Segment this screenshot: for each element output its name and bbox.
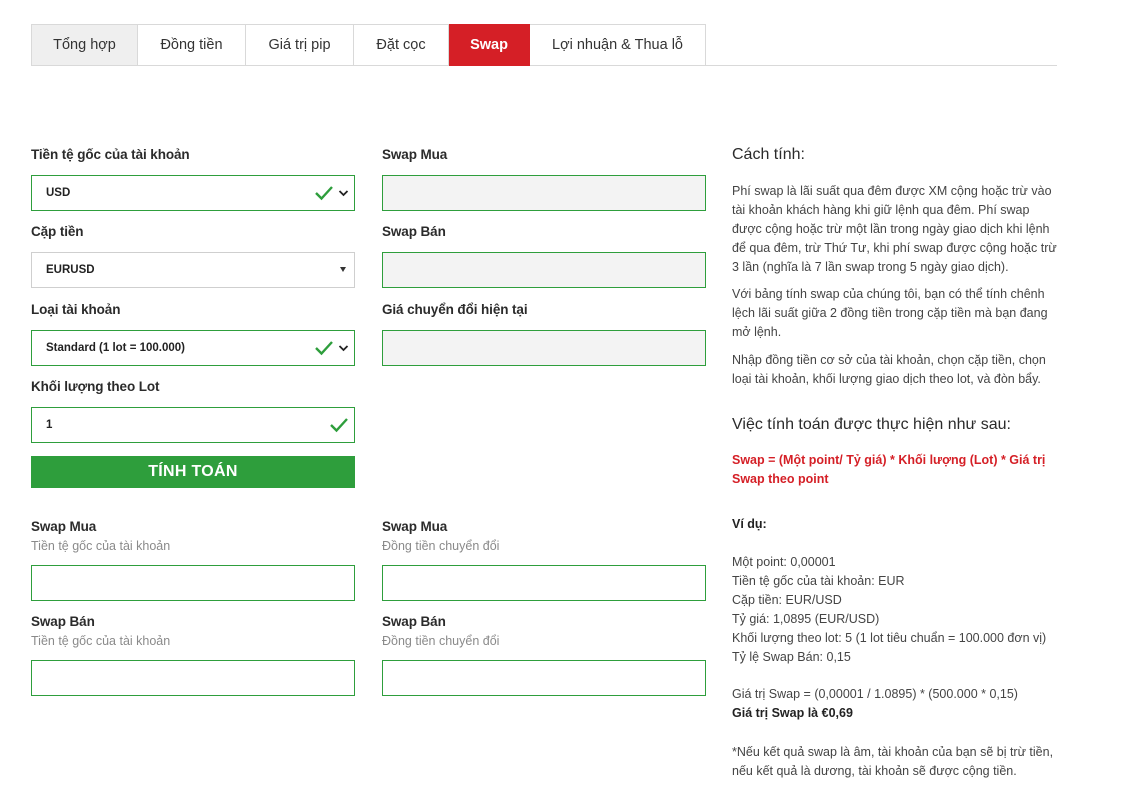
conversion-rate-label: Giá chuyển đổi hiện tại bbox=[382, 302, 528, 317]
result-swap-sell-conv-label: Swap Bán bbox=[382, 614, 446, 629]
example-calculation: Giá trị Swap = (0,00001 / 1.0895) * (500… bbox=[732, 687, 1018, 701]
result-swap-sell-conv-sublabel: Đồng tiền chuyển đổi bbox=[382, 634, 500, 648]
example-line: Tỷ lệ Swap Bán: 0,15 bbox=[732, 650, 851, 664]
swap-sell-label: Swap Bán bbox=[382, 224, 446, 239]
account-type-value: Standard (1 lot = 100.000) bbox=[46, 342, 186, 354]
result-swap-buy-account-field[interactable] bbox=[31, 565, 355, 601]
tab-deposit[interactable]: Đặt cọc bbox=[354, 24, 449, 66]
result-swap-sell-conversion-field[interactable] bbox=[382, 660, 706, 696]
result-swap-buy-conv-label: Swap Mua bbox=[382, 519, 448, 534]
account-currency-label: Tiền tệ gốc của tài khoản bbox=[31, 147, 190, 162]
lot-value: 1 bbox=[46, 419, 53, 431]
calculator-tabs: Tổng hợp Đồng tiền Giá trị pip Đặt cọc S… bbox=[31, 24, 1057, 66]
example-line: Tiền tệ gốc của tài khoản: EUR bbox=[732, 574, 905, 588]
account-type-select[interactable]: Standard (1 lot = 100.000) bbox=[31, 330, 355, 366]
result-swap-sell-sublabel: Tiền tệ gốc của tài khoản bbox=[31, 634, 171, 648]
info-paragraph-1: Phí swap là lãi suất qua đêm được XM cộn… bbox=[732, 184, 1057, 274]
pair-value: EURUSD bbox=[46, 264, 95, 276]
info-heading: Cách tính: bbox=[732, 146, 805, 163]
lot-input[interactable]: 1 bbox=[31, 407, 355, 443]
example-label: Ví dụ: bbox=[732, 517, 767, 531]
tab-currency[interactable]: Đồng tiền bbox=[138, 24, 246, 66]
result-swap-sell-label: Swap Bán bbox=[31, 614, 95, 629]
chevron-down-icon bbox=[338, 190, 349, 197]
example-result: Giá trị Swap là €0,69 bbox=[732, 706, 853, 720]
account-currency-value: USD bbox=[46, 187, 71, 199]
info-note: *Nếu kết quả swap là âm, tài khoản của b… bbox=[732, 745, 1054, 778]
account-currency-select[interactable]: USD bbox=[31, 175, 355, 211]
lot-label: Khối lượng theo Lot bbox=[31, 379, 160, 394]
result-swap-buy-conv-sublabel: Đồng tiền chuyển đổi bbox=[382, 539, 500, 553]
calculate-button[interactable]: TÍNH TOÁN bbox=[31, 456, 355, 488]
check-icon bbox=[330, 418, 348, 433]
pair-select[interactable]: EURUSD bbox=[31, 252, 355, 288]
tab-overview[interactable]: Tổng hợp bbox=[31, 24, 138, 66]
account-type-label: Loại tài khoản bbox=[31, 302, 121, 317]
swap-buy-input[interactable] bbox=[382, 175, 706, 211]
result-swap-buy-conversion-field[interactable] bbox=[382, 565, 706, 601]
conversion-rate-input[interactable] bbox=[382, 330, 706, 366]
check-icon bbox=[315, 341, 333, 356]
tab-swap[interactable]: Swap bbox=[449, 24, 530, 66]
example-line: Tỷ giá: 1,0895 (EUR/USD) bbox=[732, 612, 880, 626]
example-line: Khối lượng theo lot: 5 (1 lot tiêu chuẩn… bbox=[732, 631, 1047, 645]
example-line: Cặp tiền: EUR/USD bbox=[732, 593, 842, 607]
check-icon bbox=[315, 186, 333, 201]
tab-profit-loss[interactable]: Lợi nhuận & Thua lỗ bbox=[530, 24, 706, 66]
result-swap-sell-account-field[interactable] bbox=[31, 660, 355, 696]
swap-sell-input[interactable] bbox=[382, 252, 706, 288]
pair-label: Cặp tiền bbox=[31, 224, 84, 239]
swap-formula: Swap = (Một point/ Tỷ giá) * Khối lượng … bbox=[732, 453, 1046, 486]
info-paragraph-2: Với bảng tính swap của chúng tôi, bạn có… bbox=[732, 287, 1048, 339]
tab-pip-value[interactable]: Giá trị pip bbox=[246, 24, 354, 66]
caret-down-icon bbox=[340, 267, 346, 272]
result-swap-buy-label: Swap Mua bbox=[31, 519, 97, 534]
swap-buy-label: Swap Mua bbox=[382, 147, 448, 162]
example-line: Một point: 0,00001 bbox=[732, 555, 836, 569]
info-paragraph-3: Nhập đồng tiền cơ sở của tài khoản, chọn… bbox=[732, 353, 1046, 386]
calculation-heading: Việc tính toán được thực hiện như sau: bbox=[732, 416, 1011, 433]
result-swap-buy-sublabel: Tiền tệ gốc của tài khoản bbox=[31, 539, 171, 553]
chevron-down-icon bbox=[338, 345, 349, 352]
